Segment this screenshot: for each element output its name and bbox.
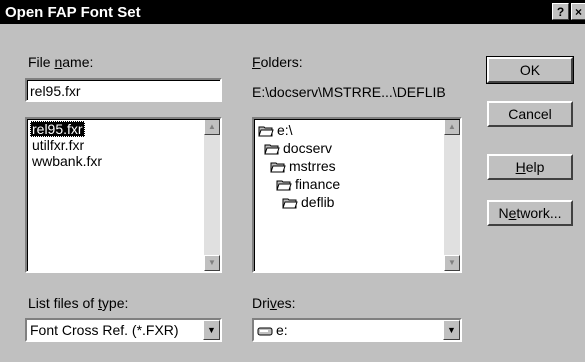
folder-name: finance	[295, 176, 341, 192]
drives-label: Drives:	[252, 295, 296, 311]
file-list-scrollbar[interactable]: ▲ ▼	[204, 119, 220, 271]
folder-name: e:\	[277, 122, 293, 138]
open-folder-icon	[258, 126, 274, 137]
current-path: E:\docserv\MSTRRE...\DEFLIB	[252, 84, 446, 100]
folder-item[interactable]: deflib	[282, 193, 334, 211]
folder-tree[interactable]: e:\ docserv mstrres finance deflib ▲ ▼	[252, 117, 462, 273]
drive-letter: e:	[276, 322, 288, 338]
scroll-up-icon[interactable]: ▲	[204, 119, 220, 135]
folder-name: deflib	[301, 194, 335, 210]
cancel-button[interactable]: Cancel	[487, 101, 573, 127]
folder-name: docserv	[283, 140, 333, 156]
folder-name: mstrres	[289, 158, 336, 174]
folder-item[interactable]: docserv	[264, 139, 332, 157]
drive-icon	[257, 327, 273, 336]
file-type-value: Font Cross Ref. (*.FXR)	[30, 322, 179, 338]
folders-label: Folders:	[252, 54, 303, 70]
open-folder-icon	[270, 162, 286, 173]
ok-button[interactable]: OK	[486, 56, 574, 84]
help-button[interactable]: Help	[487, 154, 573, 180]
folder-item[interactable]: e:\	[258, 121, 293, 139]
window-title: Open FAP Font Set	[5, 4, 141, 21]
file-name-value: rel95.fxr	[30, 83, 81, 99]
chevron-down-icon[interactable]: ▼	[443, 320, 460, 340]
open-font-set-dialog: Open FAP Font Set ? × File name: rel95.f…	[0, 0, 585, 362]
drives-select[interactable]: e: ▼	[252, 318, 462, 342]
file-name-input[interactable]: rel95.fxr	[25, 78, 222, 102]
folder-item[interactable]: finance	[276, 175, 340, 193]
chevron-down-icon[interactable]: ▼	[203, 320, 220, 340]
scroll-down-icon[interactable]: ▼	[444, 255, 460, 271]
folder-tree-scrollbar[interactable]: ▲ ▼	[444, 119, 460, 271]
folder-item[interactable]: mstrres	[270, 157, 336, 175]
scroll-down-icon[interactable]: ▼	[204, 255, 220, 271]
file-list-item[interactable]: rel95.fxr	[30, 121, 85, 137]
file-type-label: List files of type:	[28, 295, 129, 311]
file-list-item[interactable]: wwbank.fxr	[30, 153, 104, 169]
scroll-up-icon[interactable]: ▲	[444, 119, 460, 135]
file-list-item[interactable]: utilfxr.fxr	[30, 137, 86, 153]
open-folder-icon	[282, 198, 298, 209]
title-bar: Open FAP Font Set ? ×	[0, 0, 585, 24]
open-folder-icon	[264, 144, 280, 155]
drive-value: e:	[257, 322, 288, 338]
file-type-select[interactable]: Font Cross Ref. (*.FXR) ▼	[25, 318, 222, 342]
help-title-button[interactable]: ?	[552, 3, 569, 20]
file-name-label: File name:	[28, 54, 94, 70]
file-list[interactable]: rel95.fxr utilfxr.fxr wwbank.fxr ▲ ▼	[25, 117, 222, 273]
network-button[interactable]: Network...	[487, 200, 573, 226]
close-title-button[interactable]: ×	[571, 3, 585, 20]
open-folder-icon	[276, 180, 292, 191]
